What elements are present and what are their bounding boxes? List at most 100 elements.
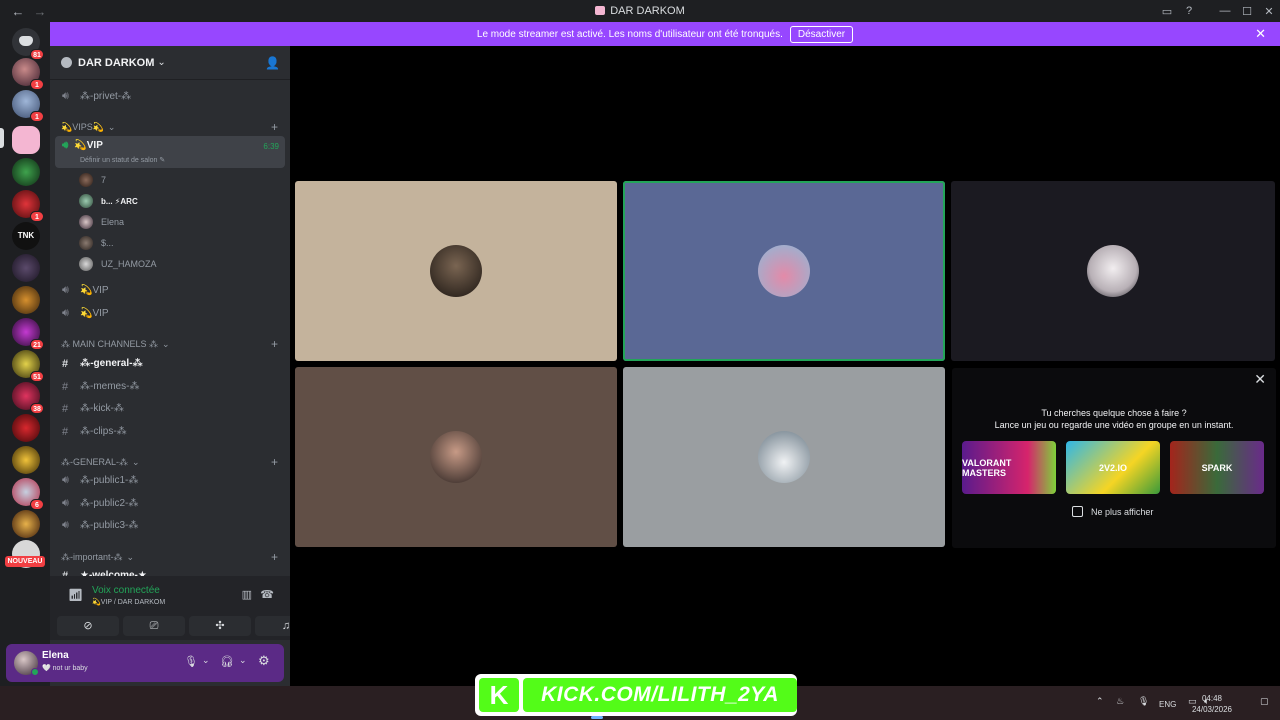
chevron-down-icon[interactable]: ⌄ (202, 655, 210, 666)
member-name: b... ⚡ARC (101, 196, 138, 206)
maximize-button[interactable]: ☐ (1236, 5, 1258, 18)
minimize-button[interactable]: — (1214, 5, 1236, 17)
server-icon-selected[interactable] (12, 126, 40, 154)
speaker-icon: 🔊︎ (62, 474, 69, 486)
headphones-icon[interactable]: 🎧︎ (220, 655, 234, 668)
invite-people-icon[interactable]: 👤 (265, 56, 280, 70)
server-badge: 51 (30, 371, 44, 382)
server-icon[interactable]: 51 (12, 350, 44, 382)
close-icon[interactable]: ✕ (1254, 371, 1266, 388)
noise-suppression-icon[interactable]: ▥ (242, 588, 252, 601)
chevron-down-icon[interactable]: ⌄ (239, 655, 247, 666)
voice-member[interactable]: b... ⚡ARC (79, 192, 138, 210)
category-vips[interactable]: 💫VIPS💫 ⌄ + (50, 119, 290, 135)
forward-arrow-icon[interactable]: → (32, 4, 48, 19)
server-icon[interactable]: 1 (12, 58, 44, 90)
server-icon[interactable]: TNK (12, 222, 40, 250)
language-indicator[interactable]: ENG (1159, 700, 1176, 709)
avatar (79, 215, 93, 229)
notifications-icon[interactable]: ▢ (1260, 696, 1269, 707)
text-channel-general[interactable]: # ⁂-general-⁂ (55, 353, 285, 374)
server-icon[interactable] (12, 158, 40, 186)
participant-tile[interactable] (951, 181, 1275, 361)
voice-channel-vip[interactable]: 🔊︎ 💫VIP (55, 280, 285, 301)
dont-show-again-label[interactable]: Ne plus afficher (1091, 507, 1153, 517)
set-channel-status[interactable]: Définir un statut de salon ✎ (80, 156, 165, 164)
microphone-icon[interactable]: 🎙︎ (184, 655, 198, 668)
hash-icon: # (62, 402, 69, 415)
server-icon[interactable]: 21 (12, 318, 44, 350)
screen-share-button[interactable]: ⎚ (123, 616, 185, 636)
category-main-channels[interactable]: ⁂ MAIN CHANNELS ⁂ ⌄ + (50, 336, 290, 352)
text-channel-memes[interactable]: # ⁂-memes-⁂ (55, 376, 285, 397)
voice-connected-label[interactable]: Voix connectée (92, 585, 160, 596)
activities-button[interactable]: ✣ (189, 616, 251, 636)
dont-show-again-checkbox[interactable] (1072, 506, 1083, 517)
category-important[interactable]: ⁂-important-⁂ ⌄ + (50, 549, 290, 565)
member-name: UZ_HAMOZA (101, 259, 157, 269)
chevron-down-icon: ⌄ (162, 338, 170, 349)
text-channel-kick[interactable]: # ⁂-kick-⁂ (55, 398, 285, 419)
camera-off-button[interactable]: ⊘ (57, 616, 119, 636)
voice-channel-vip-label: 🔊︎ 💫VIP (62, 140, 103, 151)
inbox-icon[interactable]: ▭ (1156, 5, 1178, 18)
text-channel-clips[interactable]: # ⁂-clips-⁂ (55, 421, 285, 442)
voice-channel-public2[interactable]: 🔊︎ ⁂-public2-⁂ (55, 493, 285, 514)
activity-suggestion-card: ✕ Tu cherches quelque chose à faire ? La… (952, 368, 1276, 548)
connection-signal-icon[interactable]: 📶︎ (68, 588, 83, 602)
voice-channel-public1[interactable]: 🔊︎ ⁂-public1-⁂ (55, 470, 285, 491)
server-header[interactable]: DAR DARKOM ⌄ 👤 (50, 46, 290, 80)
participant-tile[interactable] (623, 367, 945, 547)
add-channel-icon[interactable]: + (271, 120, 278, 134)
window-controls: ▭ ? — ☐ ✕ (1156, 0, 1280, 22)
add-channel-icon[interactable]: + (271, 337, 278, 351)
speaker-icon: 🔊︎ (62, 140, 69, 151)
category-label: ⁂-GENERAL-⁂ (61, 456, 129, 467)
participant-tile[interactable] (295, 367, 617, 547)
participant-tile[interactable] (295, 181, 617, 361)
voice-channel-vip[interactable]: 🔊︎ 💫VIP (55, 303, 285, 324)
voice-channel-privet[interactable]: 🔊︎ ⁂-privet-⁂ (55, 86, 285, 107)
server-icon[interactable]: 1 (12, 190, 44, 222)
microphone-tray-icon[interactable]: 🎙︎ (1138, 696, 1149, 707)
close-window-button[interactable]: ✕ (1258, 5, 1280, 18)
settings-gear-icon[interactable]: ⚙ (258, 653, 270, 669)
activity-spark[interactable]: SPARK (1170, 441, 1264, 494)
participant-tile-speaking[interactable] (623, 181, 945, 361)
voice-channel-vip-active[interactable]: 🔊︎ 💫VIP 6:39 Définir un statut de salon ✎ (55, 136, 285, 168)
tray-expand-icon[interactable]: ⌃ (1096, 696, 1104, 707)
avatar (79, 173, 93, 187)
help-icon[interactable]: ? (1178, 5, 1200, 17)
scrollbar[interactable] (1276, 46, 1280, 686)
system-clock[interactable]: 04:48 24/03/2026 (1192, 693, 1232, 715)
voice-member[interactable]: UZ_HAMOZA (79, 255, 157, 273)
server-icon[interactable] (12, 510, 40, 538)
voice-member[interactable]: $... (79, 234, 114, 252)
participant-avatar (1087, 245, 1139, 297)
server-icon[interactable]: 1 (12, 90, 44, 122)
voice-stage (290, 46, 1280, 686)
voice-member[interactable]: 7 (79, 171, 106, 189)
category-general[interactable]: ⁂-GENERAL-⁂ ⌄ + (50, 454, 290, 470)
home-button[interactable]: 81 (12, 28, 44, 60)
server-icon[interactable] (12, 286, 40, 314)
banner-close-icon[interactable]: ✕ (1255, 26, 1266, 42)
voice-channel-public3[interactable]: 🔊︎ ⁂-public3-⁂ (55, 515, 285, 536)
voice-location[interactable]: 💫VIP / DAR DARKOM (92, 598, 165, 606)
activity-2v2io[interactable]: 2V2.IO (1066, 441, 1160, 494)
home-unread-badge: 81 (30, 49, 44, 60)
back-arrow-icon[interactable]: ← (10, 4, 26, 19)
activity-valorant[interactable]: VALORANT MASTERS (962, 441, 1056, 494)
voice-member[interactable]: Elena (79, 213, 124, 231)
server-icon[interactable] (12, 254, 40, 282)
server-icon[interactable] (12, 414, 40, 442)
disconnect-icon[interactable]: ☎︎ (260, 588, 274, 601)
server-icon[interactable] (12, 446, 40, 474)
steam-icon[interactable]: ♨ (1116, 696, 1124, 707)
window-title-text: DAR DARKOM (610, 5, 685, 17)
disable-streamer-mode-button[interactable]: Désactiver (789, 25, 854, 43)
server-icon[interactable]: 38 (12, 382, 44, 414)
add-channel-icon[interactable]: + (271, 455, 278, 469)
add-channel-icon[interactable]: + (271, 550, 278, 564)
server-icon[interactable]: 6 (12, 478, 44, 510)
